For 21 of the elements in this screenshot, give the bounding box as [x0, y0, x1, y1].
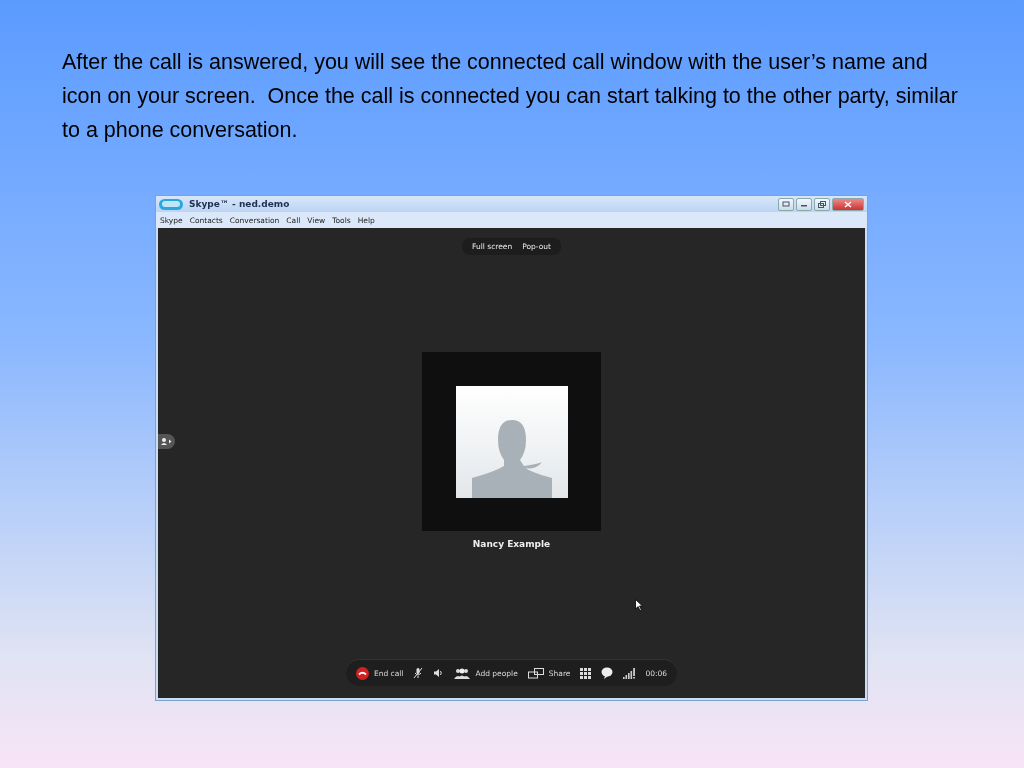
phone-hangup-icon [355, 666, 369, 680]
logo-icon [159, 198, 183, 210]
compact-view-icon [782, 201, 790, 207]
restore-icon [818, 200, 826, 208]
mouse-cursor-icon [635, 599, 643, 611]
speaker-icon[interactable] [433, 668, 445, 678]
minimize-button[interactable] [796, 197, 812, 211]
contacts-toggle-handle[interactable] [158, 434, 175, 449]
screens-icon [527, 667, 544, 679]
people-icon [454, 667, 471, 679]
close-icon [844, 200, 852, 208]
window-title: Skype™ - ned.demo [189, 199, 290, 209]
muted-microphone-icon[interactable] [413, 667, 424, 679]
signal-bars-icon [623, 667, 636, 679]
chat-bubble-icon[interactable] [601, 667, 614, 679]
person-icon [161, 438, 172, 445]
slide-paragraph: After the call is answered, you will see the connected call window with the user’s name and icon on your screen. Once the call is connected you can start talking to the other party, similar to a phone conversation. [62, 49, 959, 144]
contact-name: Nancy Example [472, 539, 551, 549]
dialpad-icon[interactable] [580, 667, 592, 679]
close-button[interactable] [832, 197, 864, 211]
restore-button[interactable] [814, 197, 830, 211]
